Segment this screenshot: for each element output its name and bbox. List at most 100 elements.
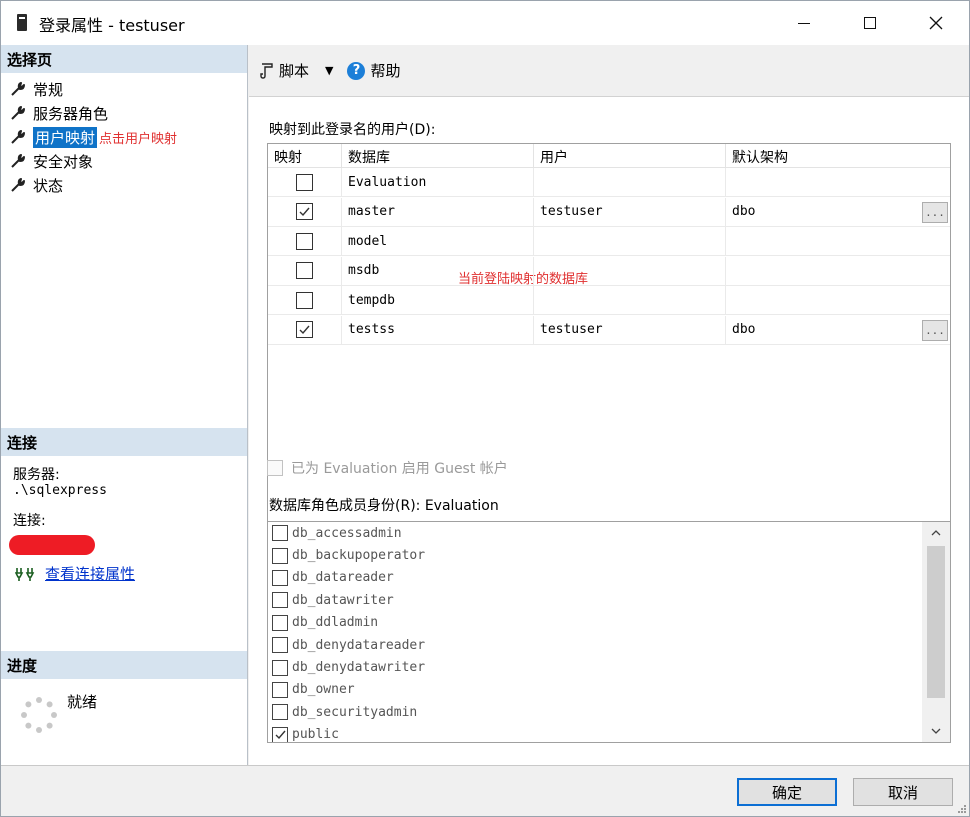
help-label: 帮助 [370, 62, 401, 80]
user-cell[interactable] [534, 227, 726, 255]
role-checkbox[interactable] [272, 726, 288, 742]
mapping-row[interactable]: tempdb [268, 286, 950, 315]
role-item[interactable]: db_datawriter [268, 589, 950, 611]
role-checkbox[interactable] [272, 592, 288, 609]
role-checkbox[interactable] [272, 614, 288, 631]
progress-status: 就绪 [67, 693, 98, 711]
mapping-row[interactable]: msdb [268, 256, 950, 286]
help-icon: ? [347, 61, 366, 80]
schema-browse-button[interactable]: ... [922, 201, 948, 223]
scrollbar-thumb[interactable] [927, 546, 945, 698]
minimize-button[interactable] [781, 1, 827, 45]
role-checkbox[interactable] [272, 547, 288, 564]
user-cell[interactable]: testuser [534, 197, 726, 226]
script-label: 脚本 [279, 62, 310, 80]
page-item-label: 常规 [33, 80, 64, 99]
role-checkbox[interactable] [272, 569, 288, 586]
map-checkbox[interactable] [296, 173, 313, 191]
role-item[interactable]: db_securityadmin [268, 701, 950, 723]
schema-cell[interactable] [726, 227, 950, 255]
role-name: db_ddladmin [292, 615, 379, 631]
role-item[interactable]: db_datareader [268, 567, 950, 589]
close-icon [929, 16, 943, 30]
page-item-label: 安全对象 [33, 152, 94, 171]
map-cell [268, 168, 342, 196]
role-name: db_owner [292, 682, 355, 698]
schema-cell[interactable] [726, 257, 950, 285]
map-checkbox[interactable] [296, 203, 313, 220]
wrench-icon [9, 80, 27, 98]
scroll-up-icon[interactable] [922, 522, 950, 544]
role-list-scrollbar[interactable] [922, 522, 950, 742]
page-item[interactable]: 常规 [9, 77, 177, 101]
schema-browse-button[interactable]: ... [922, 319, 948, 341]
redaction-mark [9, 535, 95, 555]
title-bar[interactable]: 登录属性 - testuser [1, 1, 969, 45]
role-membership-list: db_accessadmin db_backupoperator db_datare… [267, 521, 951, 743]
role-item[interactable]: db_backupoperator [268, 544, 950, 566]
schema-cell[interactable]: dbo... [726, 316, 950, 344]
script-button[interactable]: 脚本 ▼ [259, 60, 333, 81]
col-header-user: 用户 [534, 144, 726, 167]
close-button[interactable] [913, 1, 959, 45]
role-item[interactable]: db_denydatareader [268, 634, 950, 656]
map-checkbox[interactable] [296, 262, 313, 279]
user-cell[interactable] [534, 168, 726, 196]
map-cell [268, 315, 342, 344]
role-checkbox[interactable] [272, 704, 288, 721]
mapping-row[interactable]: testss testuser dbo... [268, 315, 950, 345]
wrench-icon [9, 176, 27, 194]
map-cell [268, 286, 342, 314]
mapping-label: 映射到此登录名的用户(D): [269, 122, 436, 138]
role-item[interactable]: db_denydatawriter [268, 656, 950, 678]
schema-cell[interactable] [726, 168, 950, 196]
schema-cell[interactable]: dbo... [726, 198, 950, 226]
mapping-row[interactable]: model [268, 227, 950, 256]
server-value: .\sqlexpress [13, 483, 107, 498]
role-checkbox[interactable] [272, 637, 288, 654]
role-checkbox[interactable] [272, 525, 288, 542]
schema-cell[interactable] [726, 286, 950, 314]
page-item-annotation: 点击用户映射 [99, 131, 178, 147]
login-properties-window: 登录属性 - testuser 选择页 常规 服务器角色 用户映射 点击用户映射 安全对… [0, 0, 970, 817]
page-item[interactable]: 状态 [9, 173, 177, 197]
progress-spinner-icon [21, 697, 57, 733]
role-name: db_denydatawriter [292, 660, 426, 676]
role-item[interactable]: db_accessadmin [268, 522, 950, 544]
role-name: db_datareader [292, 570, 394, 586]
col-header-database: 数据库 [342, 144, 534, 167]
script-dropdown-chevron-icon[interactable]: ▼ [325, 64, 333, 77]
role-item[interactable]: db_owner [268, 679, 950, 701]
view-connection-properties-link[interactable]: 查看连接属性 [45, 563, 135, 584]
role-item[interactable]: public [268, 724, 950, 742]
ok-button[interactable]: 确定 [737, 778, 837, 806]
connection-plug-icon [15, 567, 35, 581]
page-item[interactable]: 用户映射 点击用户映射 [9, 125, 177, 149]
guest-account-checkbox[interactable] [267, 460, 283, 476]
cancel-button[interactable]: 取消 [853, 778, 953, 806]
help-button[interactable]: ? 帮助 [347, 60, 401, 81]
map-checkbox[interactable] [296, 291, 313, 309]
database-cell: master [342, 197, 534, 226]
map-checkbox[interactable] [296, 232, 313, 250]
page-item[interactable]: 安全对象 [9, 149, 177, 173]
scroll-down-icon[interactable] [922, 720, 950, 742]
page-item-label: 状态 [33, 176, 64, 195]
role-checkbox[interactable] [272, 681, 288, 698]
schema-value: dbo [732, 322, 756, 337]
map-checkbox[interactable] [296, 321, 313, 338]
role-checkbox[interactable] [272, 659, 288, 676]
connection-header: 连接 [1, 428, 247, 456]
user-cell[interactable] [534, 256, 726, 285]
role-item[interactable]: db_ddladmin [268, 612, 950, 634]
mapping-row[interactable]: master testuser dbo... [268, 197, 950, 227]
database-cell: testss [342, 315, 534, 344]
maximize-button[interactable] [847, 1, 893, 45]
script-icon [260, 62, 273, 79]
resize-grip-icon[interactable] [956, 803, 966, 813]
user-cell[interactable]: testuser [534, 315, 726, 344]
user-cell[interactable] [534, 286, 726, 314]
page-item[interactable]: 服务器角色 [9, 101, 177, 125]
mapping-row[interactable]: Evaluation [268, 168, 950, 197]
grid-header: 映射 数据库 用户 默认架构 [268, 144, 950, 168]
